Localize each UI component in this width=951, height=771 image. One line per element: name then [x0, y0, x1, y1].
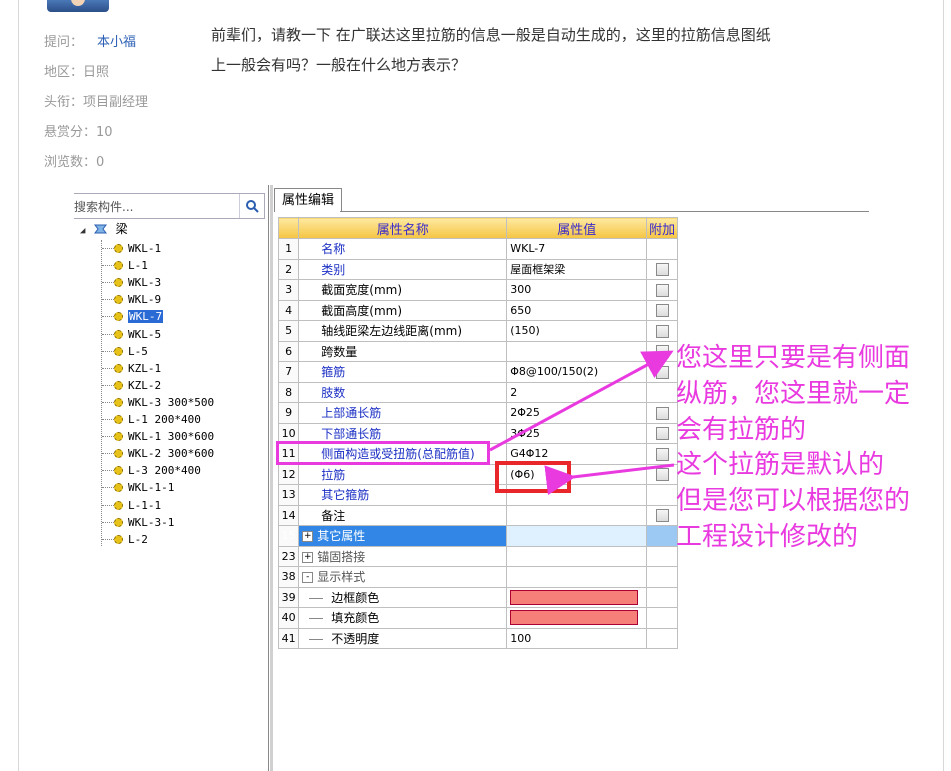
note1-line-3: 会有拉筋的	[676, 415, 807, 445]
note2-line-1: 这个拉筋是默认的	[676, 450, 885, 480]
asker-label: 提问：	[44, 35, 84, 50]
question-line-2: 上一般会有吗？一般在什么地方表示？	[211, 56, 467, 74]
annotation-note-2: 这个拉筋是默认的 但是您可以根据您的 工程设计修改的	[676, 447, 910, 555]
arrow-to-note-1	[489, 350, 674, 452]
asker-region: 地区：日照	[44, 65, 110, 80]
question-text: 前辈们，请教一下 在广联达这里拉筋的信息一般是自动生成的，这里的拉筋信息图纸 上…	[211, 20, 911, 80]
asker-title: 头衔：项目副经理	[44, 95, 149, 110]
avatar[interactable]	[47, 0, 109, 12]
note1-line-1: 您这里只要是有侧面	[676, 343, 911, 373]
note2-line-3: 工程设计修改的	[676, 522, 859, 552]
asker-views: 浏览数：0	[44, 155, 105, 170]
annotation-note-1: 您这里只要是有侧面 纵筋，您这里就一定 会有拉筋的	[676, 340, 910, 448]
asker-name-link[interactable]: 本小福	[97, 35, 136, 50]
note1-line-2: 纵筋，您这里就一定	[676, 379, 911, 409]
asker-reward: 悬赏分：10	[44, 125, 113, 140]
asker-info: 提问： 本小福	[44, 31, 136, 50]
arrow-to-note-2	[544, 463, 675, 496]
question-line-1: 前辈们，请教一下 在广联达这里拉筋的信息一般是自动生成的，这里的拉筋信息图纸	[211, 26, 771, 44]
page-left-border	[18, 0, 19, 771]
page-right-border	[943, 0, 944, 771]
note2-line-2: 但是您可以根据您的	[676, 486, 911, 516]
